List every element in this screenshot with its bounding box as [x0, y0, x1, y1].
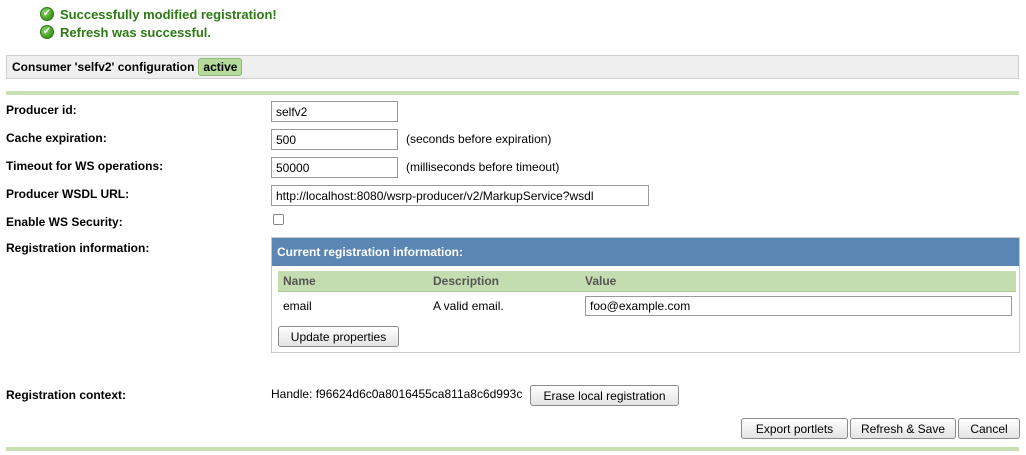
consumer-header: Consumer 'selfv2' configuration active: [6, 55, 1019, 79]
row-name: email: [283, 299, 312, 313]
timeout-hint: (milliseconds before timeout): [406, 160, 560, 174]
column-header-name: Name: [278, 271, 428, 292]
cache-expiration-label: Cache expiration:: [6, 131, 107, 145]
timeout-input[interactable]: [271, 157, 398, 178]
wsdl-url-input[interactable]: [271, 185, 649, 206]
consumer-title: Consumer 'selfv2' configuration: [12, 60, 195, 74]
check-circle-icon: ✓: [40, 7, 54, 21]
success-message-text: Successfully modified registration!: [60, 6, 277, 22]
refresh-message-text: Refresh was successful.: [60, 24, 212, 40]
refresh-save-button[interactable]: Refresh & Save: [850, 418, 956, 439]
bottom-divider: [6, 447, 1019, 451]
cache-expiration-hint: (seconds before expiration): [406, 132, 552, 146]
timeout-label: Timeout for WS operations:: [6, 159, 164, 173]
producer-id-label: Producer id:: [6, 103, 77, 117]
erase-local-registration-button[interactable]: Erase local registration: [530, 385, 679, 406]
registration-panel-title: Current registration information:: [272, 238, 1019, 266]
export-portlets-button[interactable]: Export portlets: [741, 418, 848, 439]
table-row: email A valid email.: [278, 292, 1016, 321]
wsdl-url-label: Producer WSDL URL:: [6, 187, 130, 201]
registration-info-label: Registration information:: [6, 241, 150, 255]
registration-handle: Handle: f96624d6c0a8016455ca811a8c6d993c: [271, 387, 523, 401]
cancel-button[interactable]: Cancel: [958, 418, 1020, 439]
check-circle-icon: ✓: [40, 25, 54, 39]
ws-security-checkbox[interactable]: [273, 214, 284, 225]
registration-table: Name Description Value email A valid ema…: [278, 271, 1016, 320]
column-header-description: Description: [428, 271, 580, 292]
refresh-message: ✓ Refresh was successful.: [40, 23, 211, 41]
producer-id-input[interactable]: [271, 101, 398, 122]
success-message: ✓ Successfully modified registration!: [40, 5, 277, 23]
column-header-value: Value: [580, 271, 1016, 292]
registration-context-label: Registration context:: [6, 388, 127, 402]
status-badge: active: [198, 58, 243, 76]
email-value-input[interactable]: [585, 296, 1012, 316]
row-value-cell: [580, 292, 1016, 321]
row-description: A valid email.: [433, 299, 504, 313]
cache-expiration-input[interactable]: [271, 129, 398, 150]
registration-panel: Current registration information: Name D…: [271, 237, 1020, 353]
update-properties-button[interactable]: Update properties: [278, 326, 399, 347]
top-divider: [6, 91, 1019, 95]
table-header-row: Name Description Value: [278, 271, 1016, 292]
ws-security-label: Enable WS Security:: [6, 215, 123, 229]
